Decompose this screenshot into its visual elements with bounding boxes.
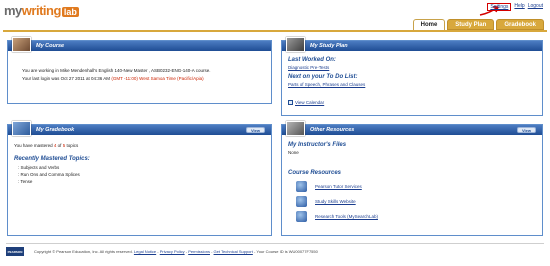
logout-link[interactable]: Logout xyxy=(528,3,543,11)
instructor-files-value: None xyxy=(288,150,299,155)
course-info-text: You are working in Mike Mendenhall's Eng… xyxy=(22,68,211,73)
mastered-topic: : Run Ons and Comma Splices xyxy=(18,172,80,177)
mywritinglab-logo: my writing lab xyxy=(4,3,79,18)
study-skills-icon xyxy=(296,196,307,207)
my-study-plan-panel: My Study Plan Last Worked On: Diagnostic… xyxy=(281,37,543,116)
course-id-text: Your Course ID is WU00077F7550 xyxy=(256,249,318,254)
calendar-icon xyxy=(288,100,293,105)
research-tools-link[interactable]: Research Tools (MySearchLab) xyxy=(315,213,378,220)
resources-thumbnail-icon xyxy=(286,121,305,136)
top-links: Settings Help Logout xyxy=(487,3,543,11)
other-resources-panel: Other Resources View My Instructor's Fil… xyxy=(281,121,543,236)
research-tools-icon xyxy=(296,211,307,222)
parts-of-speech-link[interactable]: Parts of Speech, Phrases and Clauses xyxy=(288,82,365,87)
main-tabs: Home Study Plan Gradebook xyxy=(412,19,544,30)
my-course-header: My Course xyxy=(8,37,271,52)
course-thumbnail-icon xyxy=(12,37,31,52)
last-worked-label: Last Worked On: xyxy=(288,57,336,63)
course-resources-title: Course Resources xyxy=(288,170,342,176)
instructor-files-title: My Instructor's Files xyxy=(288,142,347,148)
tab-home[interactable]: Home xyxy=(412,19,446,30)
pearson-tutor-link[interactable]: Pearson Tutor Services xyxy=(315,183,362,190)
privacy-policy-link[interactable]: Privacy Policy xyxy=(160,249,185,254)
gradebook-view-button[interactable]: View xyxy=(245,127,265,133)
mastered-topic: : Subjects and Verbs xyxy=(18,165,60,170)
help-link[interactable]: Help xyxy=(514,3,524,11)
resources-header: Other Resources View xyxy=(282,121,542,136)
next-todo-label: Next on your To Do List: xyxy=(288,74,358,80)
resource-item[interactable]: Pearson Tutor Services xyxy=(296,181,536,192)
tab-gradebook[interactable]: Gradebook xyxy=(496,19,544,30)
technical-support-link[interactable]: Get Technical Support xyxy=(214,249,253,254)
recently-mastered-title: Recently Mastered Topics: xyxy=(14,156,90,162)
legal-notice-link[interactable]: Legal Notice xyxy=(134,249,156,254)
pearson-logo: PEARSON xyxy=(6,247,24,256)
gradebook-thumbnail-icon xyxy=(12,121,31,136)
permissions-link[interactable]: Permissions xyxy=(188,249,210,254)
copyright-text: Copyright © Pearson Education, Inc. All … xyxy=(34,249,133,254)
pearson-tutor-icon xyxy=(296,181,307,192)
mastered-topic: : Tense xyxy=(18,179,33,184)
resource-item[interactable]: Research Tools (MySearchLab) xyxy=(296,211,536,222)
resources-view-button[interactable]: View xyxy=(516,127,536,133)
mastered-summary: You have mastered 4 of 5 topics xyxy=(14,143,79,148)
header-divider xyxy=(3,30,547,32)
timezone-text: (GMT -11:00) West Samoa Time (Pacific/Ap… xyxy=(111,76,204,81)
study-plan-header: My Study Plan xyxy=(282,37,542,52)
tab-study-plan[interactable]: Study Plan xyxy=(447,19,495,30)
last-login-text: Your last login was Oct 27 2011 at 04:36… xyxy=(22,76,204,81)
gradebook-header: My Gradebook View xyxy=(8,121,271,136)
my-gradebook-panel: My Gradebook View You have mastered 4 of… xyxy=(7,121,272,236)
study-skills-link[interactable]: Study Skills Website xyxy=(315,198,356,205)
study-plan-thumbnail-icon xyxy=(286,37,305,52)
settings-link[interactable]: Settings xyxy=(487,3,512,11)
diagnostic-link[interactable]: Diagnostic Pre-Tests xyxy=(288,65,329,70)
view-calendar-link[interactable]: View Calendar xyxy=(295,99,324,106)
footer: PEARSON Copyright © Pearson Education, I… xyxy=(6,243,544,259)
resource-item[interactable]: Study Skills Website xyxy=(296,196,536,207)
my-course-panel: My Course You are working in Mike Menden… xyxy=(7,37,272,104)
